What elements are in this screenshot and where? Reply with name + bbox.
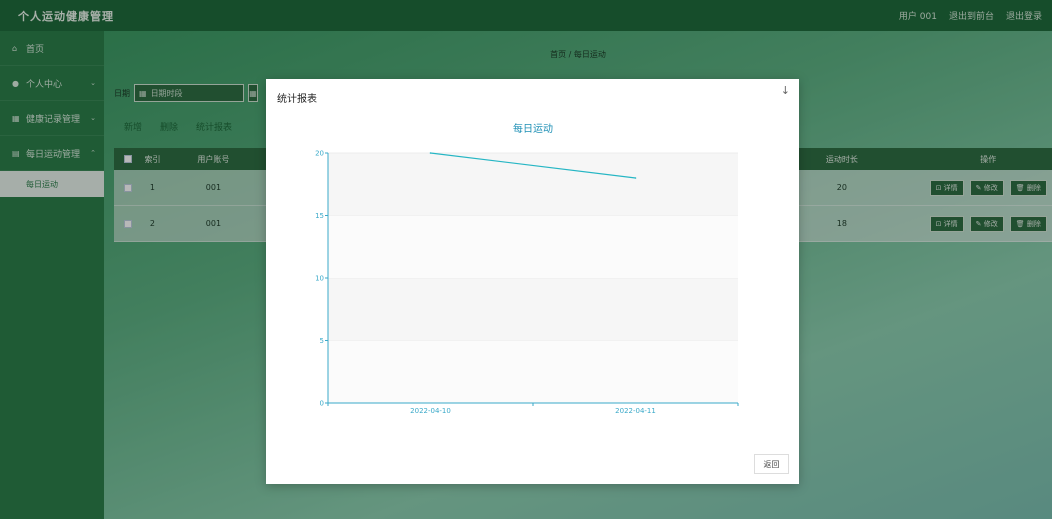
y-tick-label: 10 <box>315 275 324 283</box>
y-tick-label: 20 <box>315 150 324 158</box>
data-point <box>429 152 432 154</box>
grid-band <box>328 215 738 278</box>
x-tick-label: 2022-04-11 <box>615 407 656 415</box>
chart-title: 每日运动 <box>513 122 553 135</box>
modal-title: 统计报表 <box>277 94 317 105</box>
grid-band <box>328 153 738 216</box>
line-chart: 每日运动 0 5 10 15 20 2022-04-10 2022-04-11 <box>315 122 739 415</box>
y-tick-label: 5 <box>320 337 324 345</box>
x-tick-label: 2022-04-10 <box>410 407 451 415</box>
y-tick-label: 0 <box>320 400 324 408</box>
grid-band <box>328 278 738 341</box>
y-tick-label: 15 <box>315 212 324 220</box>
chart-area: 每日运动 0 5 10 15 20 2022-04-10 2022-04-11 <box>266 115 799 425</box>
report-modal: 统计报表 ↓ 每日运动 0 5 10 15 20 2022-04-10 2022-04-11 … <box>266 79 799 484</box>
download-icon[interactable]: ↓ <box>781 84 790 97</box>
data-point <box>634 177 637 179</box>
grid-band <box>328 340 738 403</box>
return-button[interactable]: 返回 <box>754 454 789 474</box>
